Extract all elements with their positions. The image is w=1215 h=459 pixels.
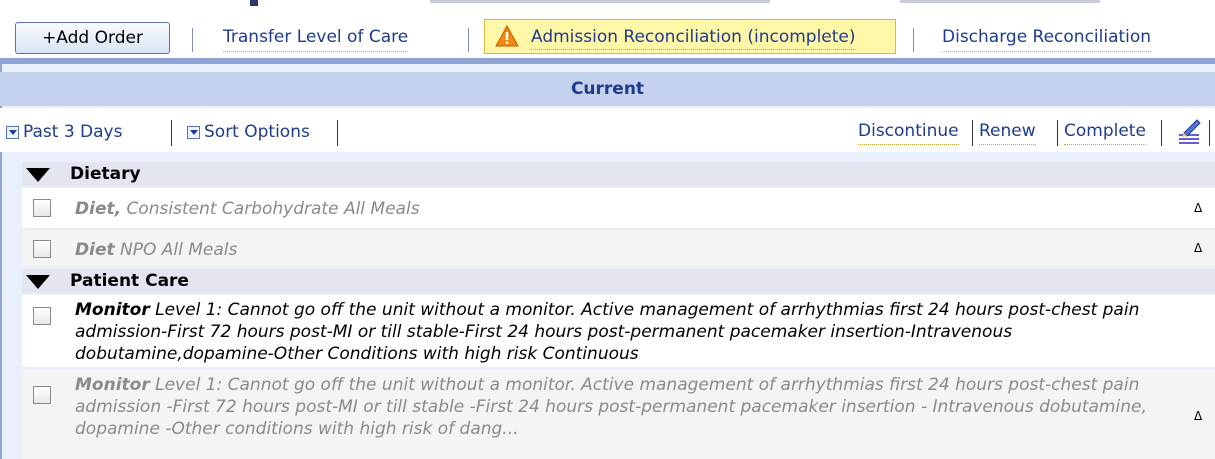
order-name: Diet [75,240,115,260]
order-row: Diet, Consistent Carbohydrate All Meals … [22,188,1215,228]
discontinue-link[interactable]: Discontinue [858,121,959,145]
dropdown-arrow-icon [6,125,19,139]
complete-link[interactable]: Complete [1064,121,1146,145]
collapse-triangle-icon [26,168,50,182]
order-name: Diet, [75,199,122,219]
order-name: Monitor [75,300,150,320]
order-text: Diet NPO All Meals [75,239,1185,261]
modified-marker-icon: Δ [1194,409,1203,423]
collapse-triangle-icon [26,275,50,289]
group-dietary[interactable]: Dietary [22,162,1215,186]
orders-toolbar: +Add Order Transfer Level of Care Admiss… [0,12,1215,60]
order-detail: Consistent Carbohydrate All Meals [121,199,420,219]
top-strip [0,0,1215,6]
sort-options-dropdown[interactable]: Sort Options [187,122,310,142]
top-strip-line [900,0,1100,3]
action-separator [1057,120,1058,146]
current-section-header: Current [0,72,1215,106]
group-label: Patient Care [70,271,189,291]
filter-separator [337,120,338,146]
order-row: Monitor Level 1: Cannot go off the unit … [22,295,1215,367]
order-name: Monitor [75,375,150,395]
modified-marker-icon: Δ [1194,241,1203,255]
group-label: Dietary [70,164,141,184]
action-separator [972,120,973,146]
order-checkbox[interactable] [33,199,51,217]
toolbar-separator [468,28,469,52]
filter-separator [171,120,172,146]
edit-pen-icon[interactable] [1178,118,1202,144]
group-patient-care[interactable]: Patient Care [22,269,1215,293]
dropdown-arrow-icon [187,125,200,139]
order-detail: Level 1: Cannot go off the unit without … [75,300,1140,364]
past-3-days-label: Past 3 Days [23,122,123,142]
sort-options-label: Sort Options [204,122,310,142]
discharge-reconciliation-link[interactable]: Discharge Reconciliation [942,27,1152,52]
top-strip-mark [250,0,258,6]
admission-reconciliation-button[interactable]: Admission Reconciliation (incomplete) [484,19,896,54]
transfer-level-of-care-link[interactable]: Transfer Level of Care [223,27,409,52]
renew-link[interactable]: Renew [979,121,1036,145]
order-checkbox[interactable] [33,386,51,404]
order-checkbox[interactable] [33,240,51,258]
warning-icon [495,25,519,47]
action-separator [1209,120,1210,146]
past-3-days-dropdown[interactable]: Past 3 Days [6,122,122,142]
top-strip-line [430,0,770,3]
order-detail: NPO All Meals [114,240,238,260]
action-separator [1161,120,1162,146]
order-text: Monitor Level 1: Cannot go off the unit … [75,374,1185,440]
toolbar-separator [192,28,193,52]
modified-marker-icon: Δ [1194,201,1203,215]
order-text: Monitor Level 1: Cannot go off the unit … [75,299,1185,365]
admission-reconciliation-label: Admission Reconciliation (incomplete) [531,27,856,50]
add-order-button[interactable]: +Add Order [15,22,170,54]
filter-bar: Past 3 Days Sort Options Discontinue Ren… [0,108,1215,152]
toolbar-separator [913,28,914,52]
order-row: Diet NPO All Meals Δ [22,230,1215,268]
order-row: Monitor Level 1: Cannot go off the unit … [22,370,1215,459]
order-text: Diet, Consistent Carbohydrate All Meals [75,198,1185,220]
order-checkbox[interactable] [33,307,51,325]
order-detail: Level 1: Cannot go off the unit without … [75,375,1147,439]
